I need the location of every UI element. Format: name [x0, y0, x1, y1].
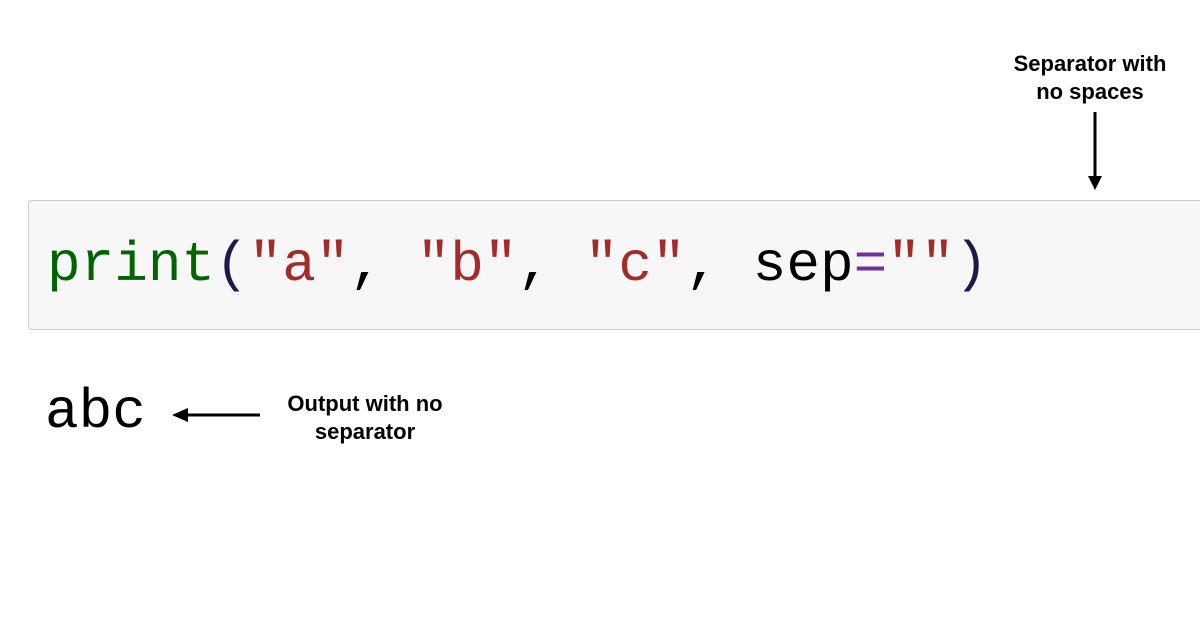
- code-space3: [719, 233, 753, 297]
- code-arg2: "b": [417, 233, 518, 297]
- code-sepval: "": [887, 233, 954, 297]
- code-func: print: [47, 233, 215, 297]
- code-comma3: ,: [686, 233, 720, 297]
- code-snippet: print("a", "b", "c", sep=""): [28, 200, 1200, 330]
- code-close-paren: ): [954, 233, 988, 297]
- code-space2: [551, 233, 585, 297]
- output-text: abc: [45, 380, 146, 444]
- annotation-output-label: Output with no separator: [265, 390, 465, 445]
- code-arg3: "c": [585, 233, 686, 297]
- code-arg1: "a": [249, 233, 350, 297]
- arrow-left-icon: [170, 405, 260, 425]
- code-param: sep: [753, 233, 854, 297]
- code-equals: =: [854, 233, 888, 297]
- code-comma1: ,: [349, 233, 383, 297]
- annotation-separator-label: Separator with no spaces: [1005, 50, 1175, 105]
- code-space1: [383, 233, 417, 297]
- code-comma2: ,: [518, 233, 552, 297]
- arrow-down-icon: [1085, 112, 1105, 192]
- code-open-paren: (: [215, 233, 249, 297]
